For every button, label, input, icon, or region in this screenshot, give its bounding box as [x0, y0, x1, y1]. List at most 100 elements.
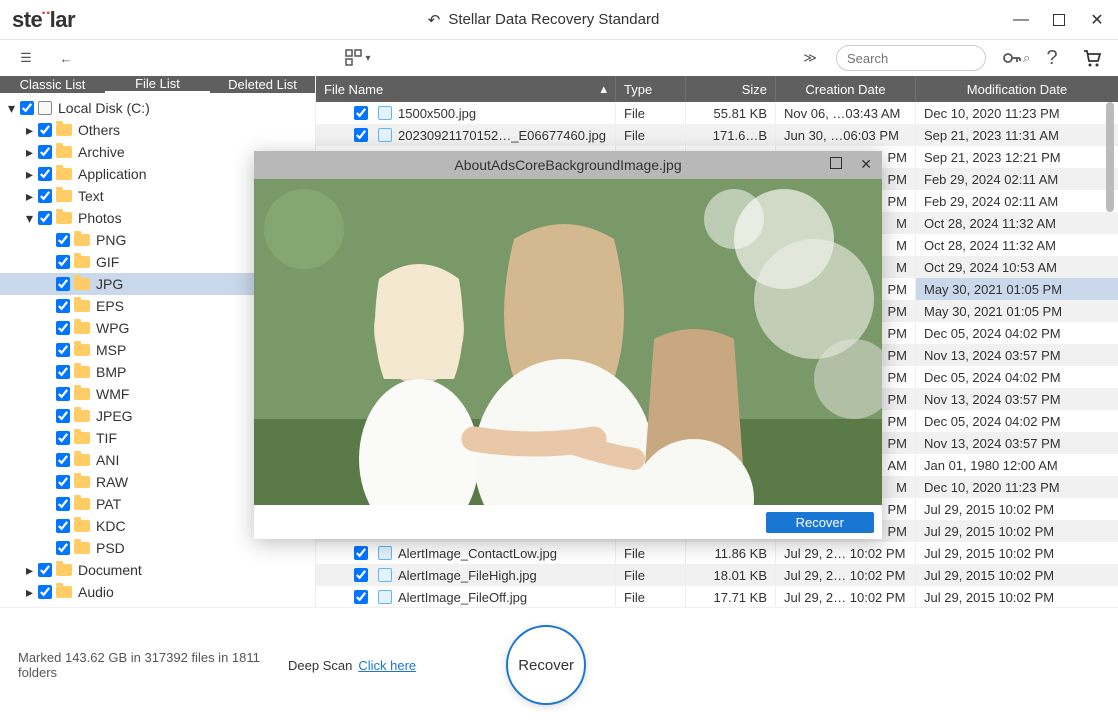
col-size[interactable]: Size [686, 76, 776, 102]
tree-checkbox[interactable] [38, 189, 52, 203]
recover-button[interactable]: Recover [506, 625, 586, 705]
file-name: 1500x500.jpg [398, 106, 476, 121]
folder-icon [74, 300, 90, 312]
file-checkbox[interactable] [354, 590, 368, 604]
close-button[interactable]: ✕ [1088, 11, 1106, 29]
folder-icon [56, 146, 72, 158]
tree-item-label: Archive [78, 144, 125, 160]
preview-window: AboutAdsCoreBackgroundImage.jpg ✕ [254, 151, 882, 539]
tree-item[interactable]: PSD [0, 537, 315, 559]
grid-view-icon[interactable]: ▾ [344, 44, 372, 72]
file-row[interactable]: AlertImage_FileHigh.jpgFile18.01 KBJul 2… [316, 564, 1118, 586]
caret-icon[interactable]: ▸ [26, 166, 38, 183]
help-icon[interactable]: ? [1038, 44, 1066, 72]
folder-icon [74, 432, 90, 444]
col-name[interactable]: File Name▴ [316, 76, 616, 102]
tree-root-checkbox[interactable] [20, 101, 34, 115]
caret-icon[interactable]: ▸ [26, 584, 38, 601]
tree-checkbox[interactable] [56, 321, 70, 335]
file-row[interactable]: AlertImage_ContactLow.jpgFile11.86 KBJul… [316, 542, 1118, 564]
caret-icon[interactable]: ▸ [26, 144, 38, 161]
file-checkbox[interactable] [354, 128, 368, 142]
window-controls: — ✕ [1012, 11, 1106, 29]
tree-item-label: Document [78, 562, 142, 578]
caret-icon[interactable]: ▸ [26, 188, 38, 205]
preview-titlebar[interactable]: AboutAdsCoreBackgroundImage.jpg ✕ [254, 151, 882, 179]
col-type[interactable]: Type [616, 76, 686, 102]
tree-item[interactable]: ▸Others [0, 119, 315, 141]
folder-icon [56, 586, 72, 598]
tree-item[interactable]: ▸Audio [0, 581, 315, 603]
cell-mdate: Jul 29, 2015 10:02 PM [916, 586, 1118, 607]
search-input[interactable] [847, 51, 1023, 66]
tab-deleted-list[interactable]: Deleted List [210, 76, 315, 93]
caret-icon[interactable]: ▸ [26, 122, 38, 139]
tree-checkbox[interactable] [38, 167, 52, 181]
tree-checkbox[interactable] [56, 497, 70, 511]
menu-icon[interactable]: ☰ [12, 44, 40, 72]
tab-classic-list[interactable]: Classic List [0, 76, 105, 93]
preview-recover-button[interactable]: Recover [766, 512, 874, 533]
file-row[interactable]: 1500x500.jpgFile55.81 KBNov 06, …03:43 A… [316, 102, 1118, 124]
cell-mdate: Jul 29, 2015 10:02 PM [916, 498, 1118, 520]
cell-mdate: Nov 13, 2024 03:57 PM [916, 344, 1118, 366]
cell-mdate: Nov 13, 2024 03:57 PM [916, 432, 1118, 454]
tree-checkbox[interactable] [56, 453, 70, 467]
tree-checkbox[interactable] [38, 123, 52, 137]
folder-icon [74, 256, 90, 268]
tree-checkbox[interactable] [56, 387, 70, 401]
tree-checkbox[interactable] [56, 343, 70, 357]
maximize-button[interactable] [1050, 11, 1068, 29]
undo-icon[interactable]: ↶ [428, 11, 441, 29]
tree-checkbox[interactable] [56, 255, 70, 269]
cell-mdate: Dec 05, 2024 04:02 PM [916, 410, 1118, 432]
tree-checkbox[interactable] [38, 211, 52, 225]
tree-root-label: Local Disk (C:) [58, 100, 150, 116]
file-name: 20230921170152…_E06677460.jpg [398, 128, 606, 143]
app-logo: ste¨lar [12, 7, 75, 33]
tree-checkbox[interactable] [38, 145, 52, 159]
tree-checkbox[interactable] [56, 365, 70, 379]
file-checkbox[interactable] [354, 106, 368, 120]
folder-icon [74, 322, 90, 334]
tree-checkbox[interactable] [56, 475, 70, 489]
tab-file-list[interactable]: File List [105, 76, 210, 93]
file-row[interactable]: 20230921170152…_E06677460.jpgFile171.6…B… [316, 124, 1118, 146]
preview-close-button[interactable]: ✕ [860, 156, 872, 173]
key-icon[interactable] [998, 44, 1026, 72]
tree-checkbox[interactable] [56, 409, 70, 423]
caret-icon[interactable]: ▾ [26, 210, 38, 227]
preview-maximize-button[interactable] [830, 157, 842, 169]
search-box[interactable]: ⌕ [836, 45, 986, 71]
file-checkbox[interactable] [354, 568, 368, 582]
minimize-button[interactable]: — [1012, 11, 1030, 29]
cell-mdate: May 30, 2021 01:05 PM [916, 300, 1118, 322]
file-name: AlertImage_FileHigh.jpg [398, 568, 537, 583]
tree-item-label: Text [78, 188, 104, 204]
titlebar: ste¨lar ↶ Stellar Data Recovery Standard… [0, 0, 1118, 40]
tree-checkbox[interactable] [56, 519, 70, 533]
deepscan-link[interactable]: Click here [358, 658, 416, 673]
tree-checkbox[interactable] [38, 563, 52, 577]
caret-icon[interactable]: ▸ [26, 562, 38, 579]
scrollbar[interactable] [1106, 102, 1114, 212]
cart-icon[interactable] [1078, 44, 1106, 72]
file-checkbox[interactable] [354, 546, 368, 560]
back-icon[interactable]: ← [52, 44, 80, 72]
expand-icon[interactable]: ≫ [796, 44, 824, 72]
tree-item-label: EPS [96, 298, 124, 314]
tree-checkbox[interactable] [56, 541, 70, 555]
file-row[interactable]: AlertImage_FileOff.jpgFile17.71 KBJul 29… [316, 586, 1118, 607]
tree-checkbox[interactable] [56, 277, 70, 291]
tree-checkbox[interactable] [38, 585, 52, 599]
tree-root[interactable]: ▾ Local Disk (C:) [0, 97, 315, 119]
cell-name: AlertImage_ContactLow.jpg [316, 542, 616, 564]
tree-item-label: PAT [96, 496, 121, 512]
tree-item-label: WPG [96, 320, 129, 336]
col-creation-date[interactable]: Creation Date [776, 76, 916, 102]
tree-checkbox[interactable] [56, 299, 70, 313]
col-modification-date[interactable]: Modification Date [916, 76, 1118, 102]
tree-checkbox[interactable] [56, 431, 70, 445]
tree-item[interactable]: ▸ Document [0, 559, 315, 581]
tree-checkbox[interactable] [56, 233, 70, 247]
